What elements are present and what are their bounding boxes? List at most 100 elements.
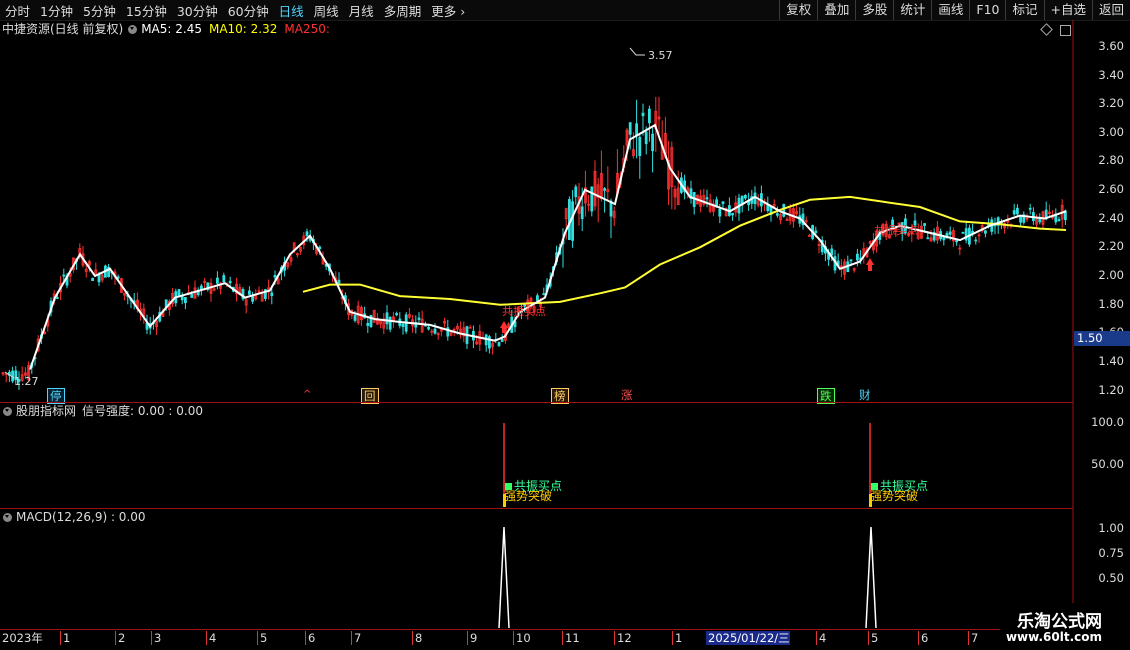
indicator1-value: 信号强度: 0.00 : 0.00 [82, 404, 203, 418]
price-tick: 2.00 [1098, 268, 1124, 282]
high-pointer [629, 47, 645, 56]
low-price-label: 1.27 [14, 375, 39, 388]
candle-body [417, 317, 421, 320]
watermark-name: 乐淘公式网 [1017, 612, 1102, 632]
candle-body [433, 328, 437, 334]
candle-body [571, 201, 574, 241]
candle-body [955, 240, 958, 243]
candle-body [1019, 216, 1022, 223]
kline-chart[interactable] [0, 0, 1130, 650]
indicator1-title: 股朋指标网 [16, 404, 77, 418]
watermark: 乐淘公式网 www.60lt.com [1000, 603, 1130, 650]
indicator1-text-b1: 强势突破 [504, 489, 553, 503]
date-label: 11 [562, 631, 580, 645]
event-tag-caret[interactable]: ^ [301, 388, 313, 402]
ma10-line [302, 195, 1067, 306]
candle-body [190, 293, 194, 298]
candle-body [388, 316, 392, 330]
price-tick: 1.20 [1098, 383, 1124, 397]
date-label: 5 [257, 631, 267, 645]
candle-body [580, 206, 584, 219]
date-label: 12 [614, 631, 632, 645]
candle-body [638, 136, 642, 157]
date-label: 6 [305, 631, 315, 645]
date-label: 6 [918, 631, 928, 645]
candle-body [923, 223, 926, 226]
event-tag-finance[interactable]: 财 [857, 388, 873, 402]
candle-body [648, 108, 651, 124]
candle-body [222, 275, 226, 283]
dropdown-icon[interactable] [3, 512, 12, 522]
candle-body [984, 230, 987, 234]
candle-body [177, 289, 181, 296]
candle-body [721, 201, 725, 205]
candle-body [542, 293, 546, 296]
candle-body [974, 239, 978, 242]
candle-body [782, 204, 786, 217]
watermark-url: www.60lt.com [1005, 630, 1102, 644]
indicator1-tick: 50.00 [1091, 457, 1124, 471]
price-tick: 1.80 [1098, 297, 1124, 311]
macd-tick: 0.50 [1098, 571, 1124, 585]
candle-body [56, 297, 59, 299]
candle-body [91, 277, 94, 281]
ma5-line [29, 123, 1067, 370]
candle-body [215, 277, 219, 284]
macd-tick: 1.00 [1098, 521, 1124, 535]
candle-body [228, 280, 232, 284]
candle-body [776, 213, 779, 216]
price-tick: 2.60 [1098, 182, 1124, 196]
candle-body [926, 237, 930, 240]
price-tick: 3.20 [1098, 96, 1124, 110]
candle-body [744, 194, 747, 199]
candle-body [830, 248, 834, 256]
price-tick: 1.40 [1098, 354, 1124, 368]
event-tag-rise[interactable]: 涨 [619, 388, 635, 402]
candle-body [366, 322, 370, 326]
candle-body [1057, 219, 1061, 222]
candle-body [401, 323, 405, 328]
candle-body [1028, 207, 1032, 210]
macd-header: MACD(12,26,9) : 0.00 [0, 509, 146, 525]
date-label: 4 [816, 631, 826, 645]
candle-body [251, 295, 255, 302]
candle-body [385, 312, 389, 325]
candle-body [273, 274, 277, 278]
candle-body [353, 314, 357, 321]
candle-body [395, 313, 399, 316]
indicator1-tick: 100.0 [1091, 415, 1124, 429]
date-label: 5 [868, 631, 878, 645]
signal-label-2: 共振买点 [874, 224, 918, 237]
date-label: 4 [206, 631, 216, 645]
candle-body [183, 297, 187, 304]
candle-body [590, 186, 594, 212]
dropdown-icon[interactable] [3, 406, 12, 416]
buy-arrow-icon-2 [866, 258, 874, 265]
price-tick: 2.80 [1098, 153, 1124, 167]
candle-body [427, 326, 431, 330]
candle-body [849, 259, 853, 262]
candle-body [1012, 210, 1016, 215]
candle-body [644, 131, 648, 145]
macd-spike-1 [498, 526, 510, 629]
price-tick: 3.60 [1098, 39, 1124, 53]
date-label: 3 [151, 631, 161, 645]
candle-body [603, 188, 606, 191]
candle-body [961, 231, 965, 234]
candle-body [705, 197, 709, 200]
date-label: 2023年 [2, 631, 43, 645]
candle-body [948, 231, 952, 235]
candle-body [305, 231, 309, 237]
buy-arrow-stem [502, 327, 506, 333]
panel-separator [0, 508, 1073, 509]
candle-body [574, 186, 578, 198]
candle-body [536, 295, 539, 302]
macd-spike-2 [865, 526, 877, 629]
candle-body [731, 212, 734, 216]
indicator1-header: 股朋指标网 信号强度: 0.00 : 0.00 [0, 403, 203, 419]
candlesticks [1, 96, 1067, 390]
indicator1-text-b2: 强势突破 [870, 489, 919, 503]
candle-body [814, 230, 818, 234]
candle-body [337, 279, 341, 284]
candle-body [718, 208, 722, 217]
